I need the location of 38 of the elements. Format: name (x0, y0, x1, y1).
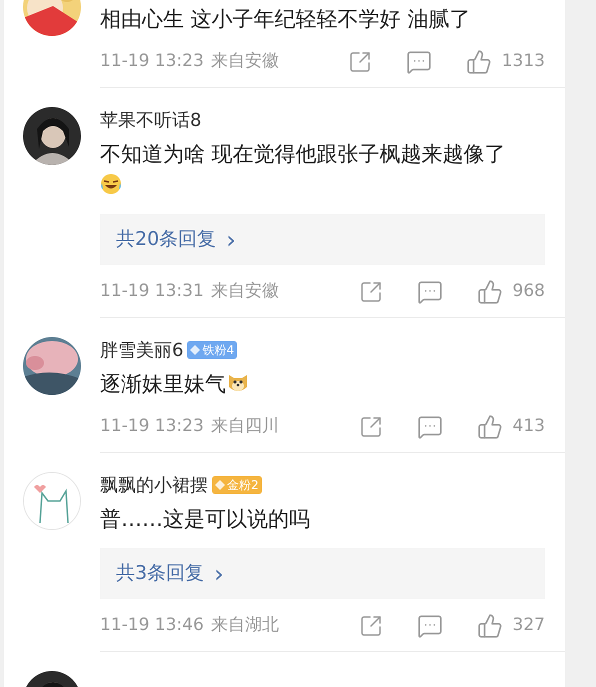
replies-link[interactable]: 共20条回复 › (100, 214, 545, 265)
like-count: 413 (512, 415, 545, 438)
comment-icon[interactable] (416, 414, 443, 440)
like-count: 327 (512, 614, 545, 638)
user-name[interactable]: 胖雪美丽6 (100, 336, 184, 364)
comment-location: 来自安徽 (210, 280, 279, 304)
user-name[interactable]: 飘飘的小裙摆 (100, 472, 208, 498)
like-icon[interactable] (476, 279, 503, 305)
share-icon[interactable] (358, 280, 383, 304)
fan-badge: 铁粉4 (187, 341, 238, 359)
share-icon[interactable] (348, 50, 372, 74)
like-count: 968 (512, 280, 545, 304)
share-icon[interactable] (358, 415, 383, 439)
comment-icon[interactable] (406, 49, 432, 75)
comment-text: 逐渐妹里妹气 (100, 369, 250, 400)
replies-link[interactable]: 共3条回复 › (100, 548, 545, 599)
diamond-icon (215, 480, 225, 490)
comment-text: 相由心生 这小子年纪轻轻不学好 油腻了 (100, 6, 470, 33)
comment-location: 来自湖北 (210, 614, 279, 638)
comment-location: 来自四川 (210, 415, 279, 438)
like-icon[interactable] (476, 613, 503, 639)
comment-time: 11-19 13:31 (100, 280, 204, 304)
like-icon[interactable] (466, 49, 492, 75)
like-icon[interactable] (476, 414, 503, 440)
comment-icon[interactable] (416, 613, 443, 639)
fan-badge: 金粉2 (212, 476, 262, 494)
comment-text: 不知道为啥 现在觉得他跟张子枫越来越像了 (100, 139, 525, 201)
share-icon[interactable] (358, 614, 383, 638)
comment-time: 11-19 13:46 (100, 614, 204, 638)
user-name[interactable]: 苹果不听话8 (100, 106, 202, 134)
diamond-icon (190, 345, 200, 355)
comment-text: 普……这是可以说的吗 (100, 506, 310, 533)
comment-location: 来自安徽 (210, 50, 279, 74)
comment-time: 11-19 13:23 (100, 50, 204, 74)
laughing-emoji-icon (100, 173, 122, 195)
comment-time: 11-19 13:23 (100, 415, 204, 438)
comment-icon[interactable] (416, 279, 443, 305)
like-count: 1313 (502, 50, 545, 74)
